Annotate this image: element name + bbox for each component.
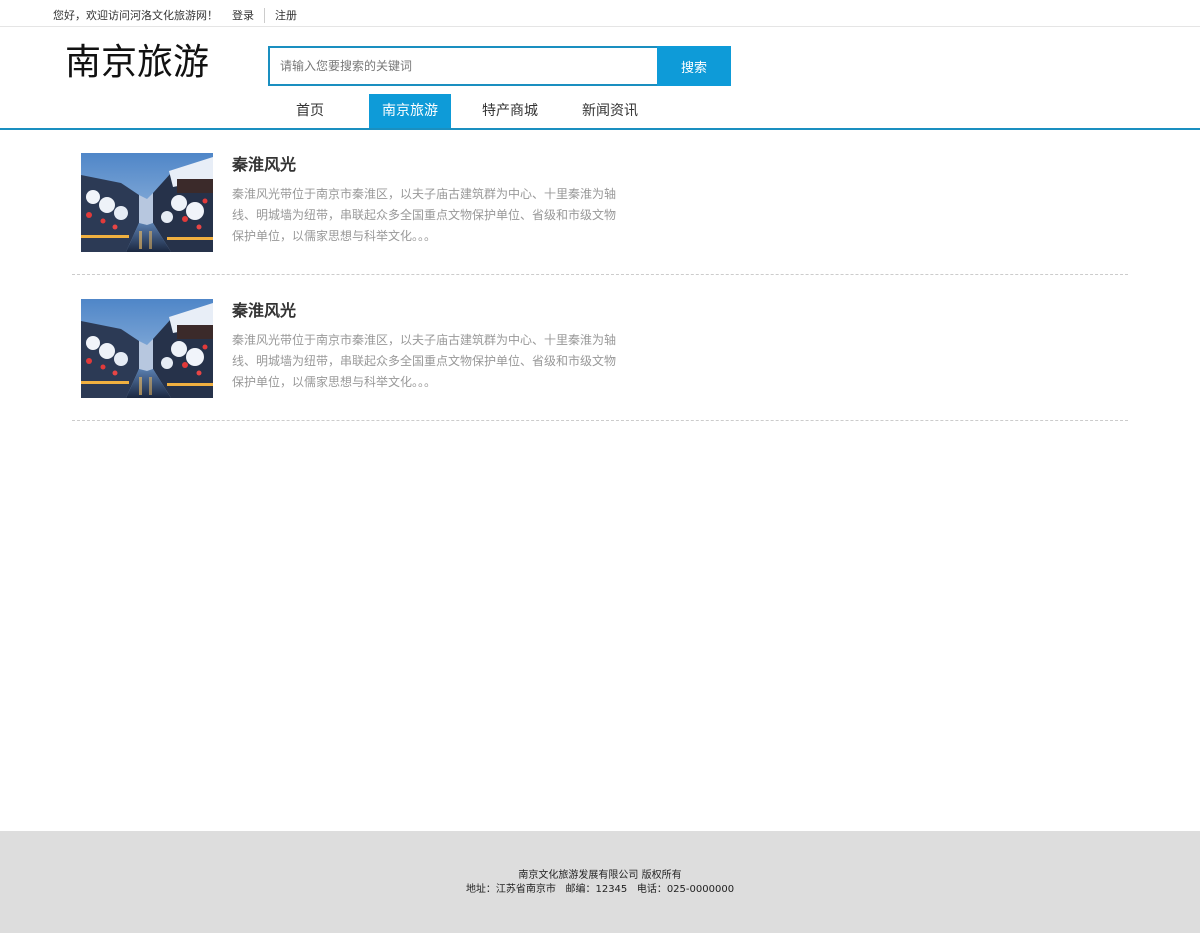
top-bar-divider [264,7,265,23]
article-description: 秦淮风光带位于南京市秦淮区，以夫子庙古建筑群为中心、十里秦淮为轴线、明城墙为纽带… [232,333,617,389]
site-logo[interactable]: 南京旅游 [65,40,209,86]
login-link[interactable]: 登录 [232,7,254,23]
article-thumbnail[interactable] [81,153,213,252]
nav-divider-line [0,128,1200,130]
nav-item-news[interactable]: 新闻资讯 [569,94,651,128]
welcome-text: 您好，欢迎访问河洛文化旅游网！ [53,9,218,22]
top-bar-content: 您好，欢迎访问河洛文化旅游网！ 登录 注册 [53,7,297,23]
list-item: 秦淮风光 秦淮风光带位于南京市秦淮区，以夫子庙古建筑群为中心、十里秦淮为轴线、明… [72,299,1128,421]
nav-item-home[interactable]: 首页 [269,94,351,128]
search-input[interactable] [268,46,657,86]
nav-item-specialty-mall[interactable]: 特产商城 [469,94,551,128]
article-thumbnail[interactable] [81,299,213,398]
nav-item-nanjing-travel[interactable]: 南京旅游 [369,94,451,128]
search-button[interactable]: 搜索 [657,46,731,86]
article-title[interactable]: 秦淮风光 [232,154,296,176]
register-link[interactable]: 注册 [275,7,297,23]
search-box: 搜索 [268,46,731,86]
footer-contact: 地址：江苏省南京市 邮编：12345 电话：025-0000000 [465,884,735,895]
footer: 南京文化旅游发展有限公司 版权所有 地址：江苏省南京市 邮编：12345 电话：… [0,831,1200,933]
footer-copyright: 南京文化旅游发展有限公司 版权所有 [518,870,682,881]
article-title[interactable]: 秦淮风光 [232,300,296,322]
main-nav: 首页 南京旅游 特产商城 新闻资讯 [269,94,669,128]
article-description: 秦淮风光带位于南京市秦淮区，以夫子庙古建筑群为中心、十里秦淮为轴线、明城墙为纽带… [232,187,617,243]
top-bar: 您好，欢迎访问河洛文化旅游网！ 登录 注册 [0,0,1200,27]
list-item: 秦淮风光 秦淮风光带位于南京市秦淮区，以夫子庙古建筑群为中心、十里秦淮为轴线、明… [72,153,1128,275]
